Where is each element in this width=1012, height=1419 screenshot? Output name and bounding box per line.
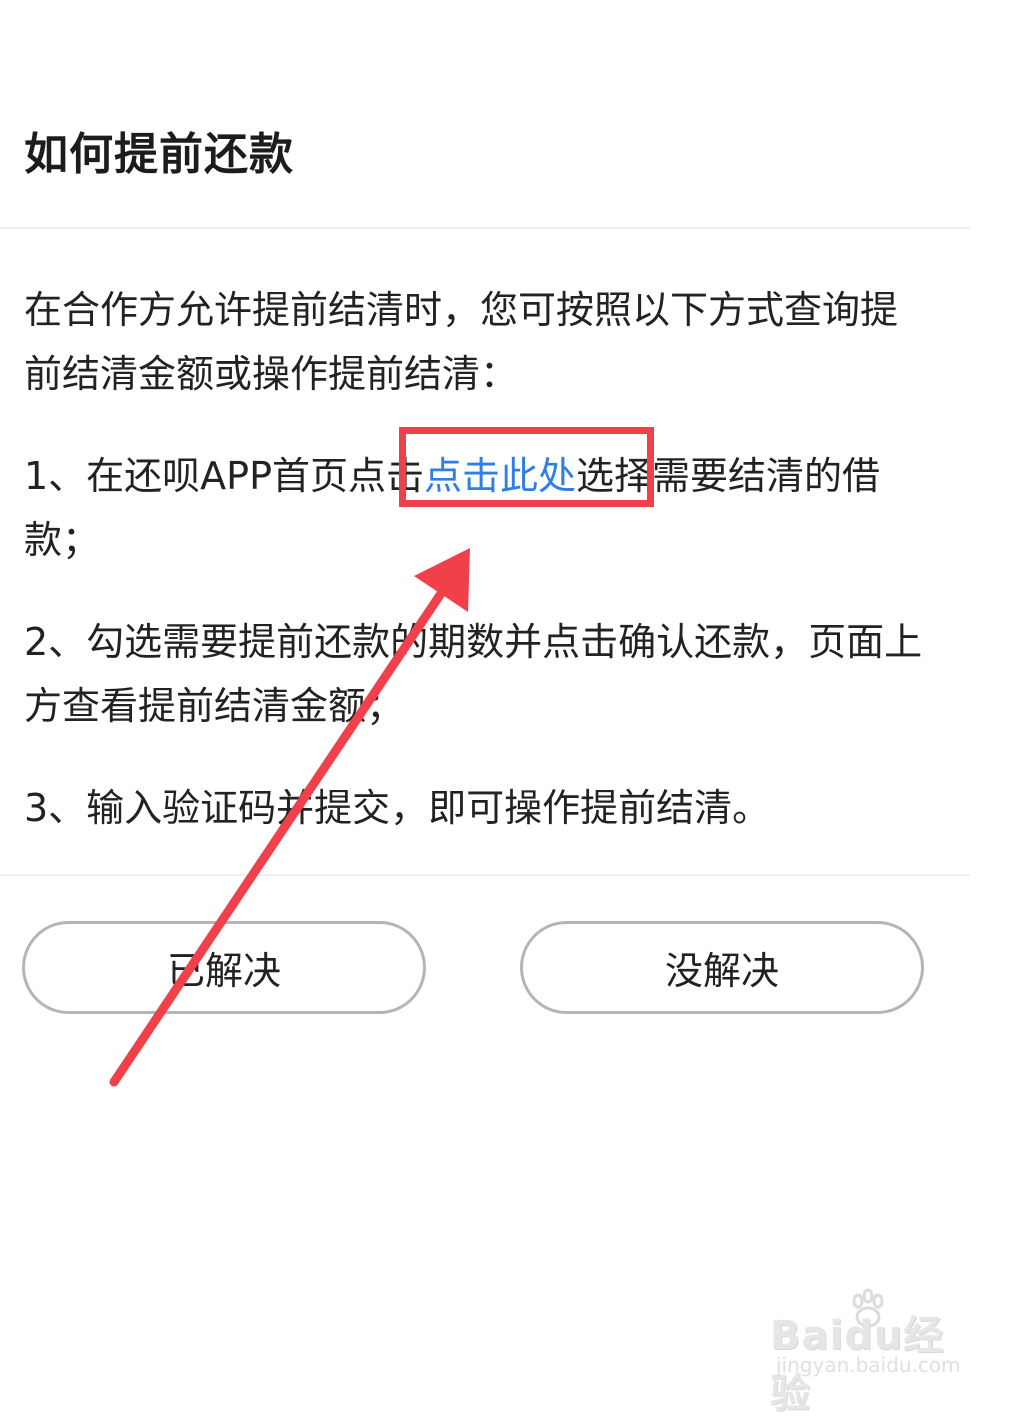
baidu-watermark: Baidu经验 jingyan.baidu.com	[770, 1285, 970, 1417]
arrow-annotation-icon	[109, 548, 470, 1087]
watermark-url: jingyan.baidu.com	[776, 1353, 961, 1377]
